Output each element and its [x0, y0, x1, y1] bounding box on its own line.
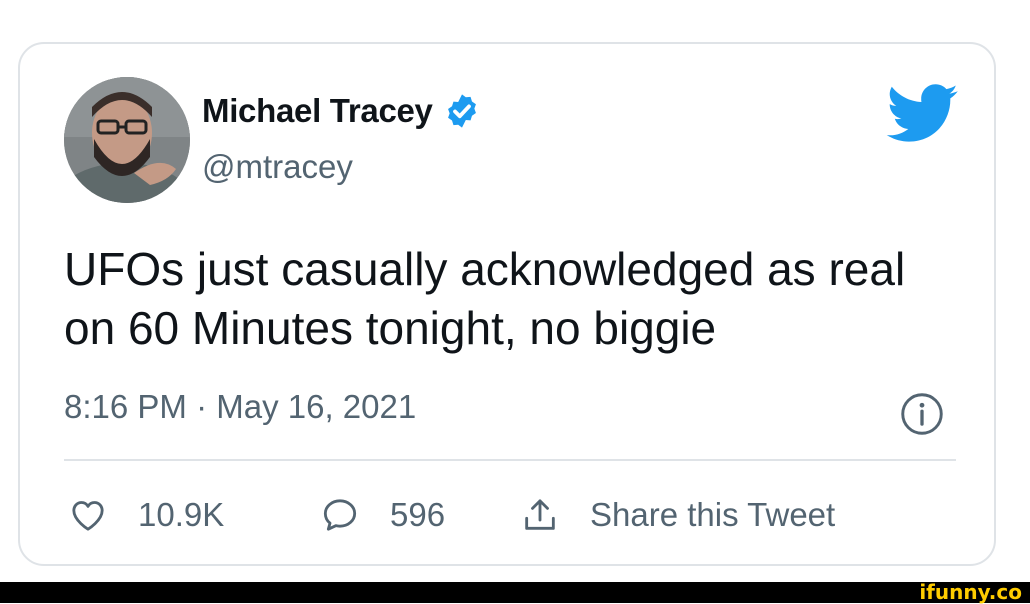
share-label: Share this Tweet — [590, 496, 836, 533]
like-button[interactable]: 10.9K — [68, 490, 224, 540]
reply-button[interactable]: 596 — [320, 490, 445, 540]
tweet-timestamp[interactable]: 8:16 PM · May 16, 2021 — [64, 388, 416, 426]
verified-badge-icon — [447, 94, 476, 128]
share-upload-icon — [525, 499, 555, 530]
share-button[interactable]: Share this Tweet — [520, 490, 835, 540]
avatar-image — [64, 77, 190, 203]
divider — [64, 459, 956, 461]
author-name-row: Michael Tracey — [202, 92, 481, 130]
tweet-actions: 10.9K 596 Share this Tweet — [64, 490, 964, 540]
user-handle[interactable]: @mtracey — [202, 148, 353, 186]
tweet-card: Michael Tracey @mtracey UFOs just casual… — [18, 42, 996, 566]
info-icon[interactable] — [900, 392, 944, 436]
like-count: 10.9K — [138, 496, 225, 533]
display-name[interactable]: Michael Tracey — [202, 92, 433, 130]
watermark-bar: ifunny.co — [0, 580, 1030, 604]
tweet-text: UFOs just casually acknowledged as real … — [64, 243, 906, 354]
heart-icon — [72, 501, 104, 531]
twitter-bird-icon[interactable] — [886, 84, 960, 144]
speech-bubble-icon — [323, 499, 357, 531]
reply-count: 596 — [390, 496, 446, 533]
avatar[interactable] — [64, 77, 190, 203]
watermark-text: ifunny.co — [919, 580, 1022, 604]
